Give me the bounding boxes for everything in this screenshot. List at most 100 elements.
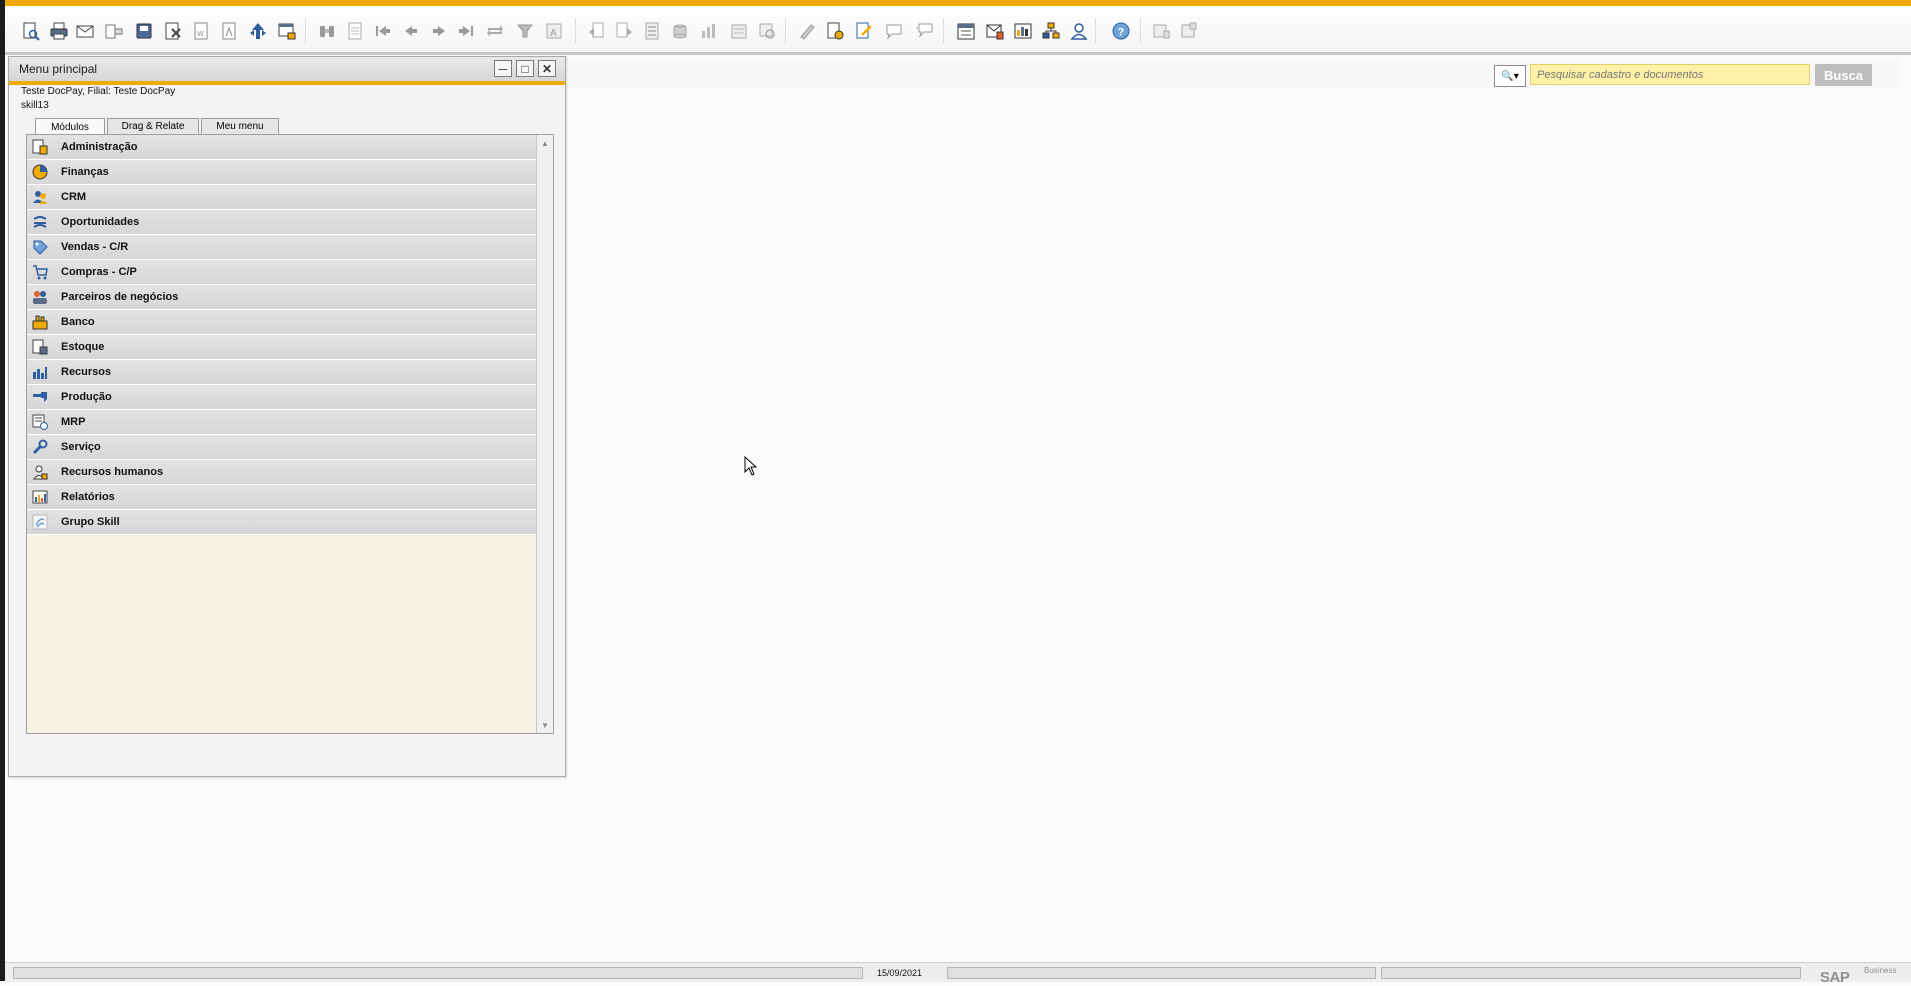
window-copy-button[interactable] xyxy=(1178,20,1200,42)
reports-icon xyxy=(31,488,49,506)
main-menu-titlebar[interactable]: Menu principal ─ □ ✕ xyxy=(9,57,565,85)
business-partners-icon xyxy=(31,288,49,306)
modules-scrollbar[interactable]: ▲ ▼ xyxy=(536,135,553,733)
target-document-button[interactable] xyxy=(613,20,635,42)
gross-profit-button[interactable] xyxy=(698,20,720,42)
module-item-business-partners[interactable]: Parceiros de negócios xyxy=(27,285,537,310)
help-button[interactable]: ? xyxy=(1110,20,1132,42)
module-item-purchasing[interactable]: Compras - C/P xyxy=(27,260,537,285)
volume-weight-icon xyxy=(731,24,747,39)
org-chart-button[interactable] xyxy=(1040,20,1062,42)
tab-modulos[interactable]: Módulos xyxy=(35,118,105,135)
tab-drag-relate[interactable]: Drag & Relate xyxy=(107,118,199,134)
minimize-button[interactable]: ─ xyxy=(494,60,512,77)
tab-meu-menu[interactable]: Meu menu xyxy=(201,118,279,134)
filter-button[interactable] xyxy=(514,20,536,42)
module-item-administration[interactable]: Administração xyxy=(27,135,537,160)
mouse-cursor-icon xyxy=(744,456,758,476)
module-item-finance[interactable]: Finanças xyxy=(27,160,537,185)
maximize-button[interactable]: □ xyxy=(516,60,534,77)
purchasing-icon xyxy=(31,263,49,281)
module-label: Administração xyxy=(61,141,138,153)
payment-button[interactable] xyxy=(669,20,691,42)
target-document-icon xyxy=(616,22,632,38)
document-settings-button[interactable] xyxy=(824,20,846,42)
last-record-button[interactable] xyxy=(455,20,477,42)
journal-button[interactable] xyxy=(641,20,663,42)
layout-designer-button[interactable] xyxy=(756,20,778,42)
human-resources-icon xyxy=(31,463,49,481)
window-list-button[interactable] xyxy=(1150,20,1172,42)
user-button[interactable] xyxy=(1068,20,1090,42)
dashboard-button[interactable] xyxy=(1012,20,1034,42)
toolbar-separator xyxy=(1095,18,1096,44)
search-button[interactable]: Busca xyxy=(1815,64,1872,86)
inventory-icon xyxy=(31,338,49,356)
add-button[interactable] xyxy=(344,20,366,42)
toolbar-separator xyxy=(785,18,786,44)
status-bar: 15/09/2021 SAP Business xyxy=(5,962,1911,986)
current-user: skill13 xyxy=(21,100,49,111)
module-item-resources[interactable]: Recursos xyxy=(27,360,537,385)
lock-screen-button[interactable] xyxy=(276,20,298,42)
send-button[interactable] xyxy=(103,20,125,42)
svg-text:?: ? xyxy=(1118,27,1125,39)
module-item-opportunities[interactable]: Oportunidades xyxy=(27,210,537,235)
window-list-icon xyxy=(1153,24,1170,39)
form-settings-button[interactable] xyxy=(853,20,875,42)
find-button[interactable] xyxy=(316,20,338,42)
search-type-dropdown[interactable]: 🔍▾ xyxy=(1494,65,1526,87)
module-item-sales[interactable]: Vendas - C/R xyxy=(27,235,537,260)
settings-button[interactable] xyxy=(796,20,818,42)
module-label: Compras - C/P xyxy=(61,266,137,278)
first-record-button[interactable] xyxy=(372,20,394,42)
calendar-button[interactable] xyxy=(955,20,977,42)
svg-text:A: A xyxy=(550,28,557,39)
module-item-reports[interactable]: Relatórios xyxy=(27,485,537,510)
previous-record-button[interactable] xyxy=(400,20,422,42)
base-document-icon xyxy=(589,22,604,38)
grupo-skill-icon xyxy=(31,513,49,531)
export-excel-button[interactable] xyxy=(162,20,184,42)
print-icon xyxy=(50,22,68,40)
module-item-crm[interactable]: CRM xyxy=(27,185,537,210)
message-button[interactable] xyxy=(883,20,905,42)
fax-button[interactable] xyxy=(133,20,155,42)
sort-button[interactable]: A xyxy=(543,20,565,42)
toolbar-separator xyxy=(305,18,306,44)
module-item-grupo-skill[interactable]: Grupo Skill xyxy=(27,510,537,535)
print-preview-button[interactable] xyxy=(20,20,42,42)
inbox-button[interactable] xyxy=(984,20,1006,42)
next-record-button[interactable] xyxy=(428,20,450,42)
email-icon xyxy=(76,25,94,38)
module-label: Finanças xyxy=(61,166,109,178)
module-item-human-resources[interactable]: Recursos humanos xyxy=(27,460,537,485)
export-pdf-button[interactable] xyxy=(218,20,240,42)
module-item-inventory[interactable]: Estoque xyxy=(27,335,537,360)
refresh-button[interactable] xyxy=(484,20,506,42)
dashboard-icon xyxy=(1014,23,1032,39)
launch-app-button[interactable] xyxy=(247,20,269,42)
module-label: Vendas - C/R xyxy=(61,241,129,253)
sap-logo: SAP xyxy=(1820,969,1850,986)
module-label: Recursos xyxy=(61,366,112,378)
email-button[interactable] xyxy=(74,20,96,42)
scroll-down-icon[interactable]: ▼ xyxy=(539,719,551,731)
module-label: Serviço xyxy=(61,441,101,453)
scroll-up-icon[interactable]: ▲ xyxy=(539,137,551,149)
module-item-service[interactable]: Serviço xyxy=(27,435,537,460)
close-button[interactable]: ✕ xyxy=(538,60,556,77)
module-list: Administração Finanças CRM Oportunidades Ven… xyxy=(27,135,537,535)
export-word-button[interactable]: W xyxy=(190,20,212,42)
module-item-mrp[interactable]: MRP xyxy=(27,410,537,435)
module-label: CRM xyxy=(61,191,87,203)
module-item-banking[interactable]: Banco xyxy=(27,310,537,335)
payment-icon xyxy=(673,24,687,39)
search-input[interactable] xyxy=(1530,64,1810,85)
module-label: Recursos humanos xyxy=(61,466,164,478)
volume-weight-button[interactable] xyxy=(728,20,750,42)
print-button[interactable] xyxy=(48,20,70,42)
messages-button[interactable] xyxy=(913,20,935,42)
base-document-button[interactable] xyxy=(586,20,608,42)
module-item-production[interactable]: Produção xyxy=(27,385,537,410)
